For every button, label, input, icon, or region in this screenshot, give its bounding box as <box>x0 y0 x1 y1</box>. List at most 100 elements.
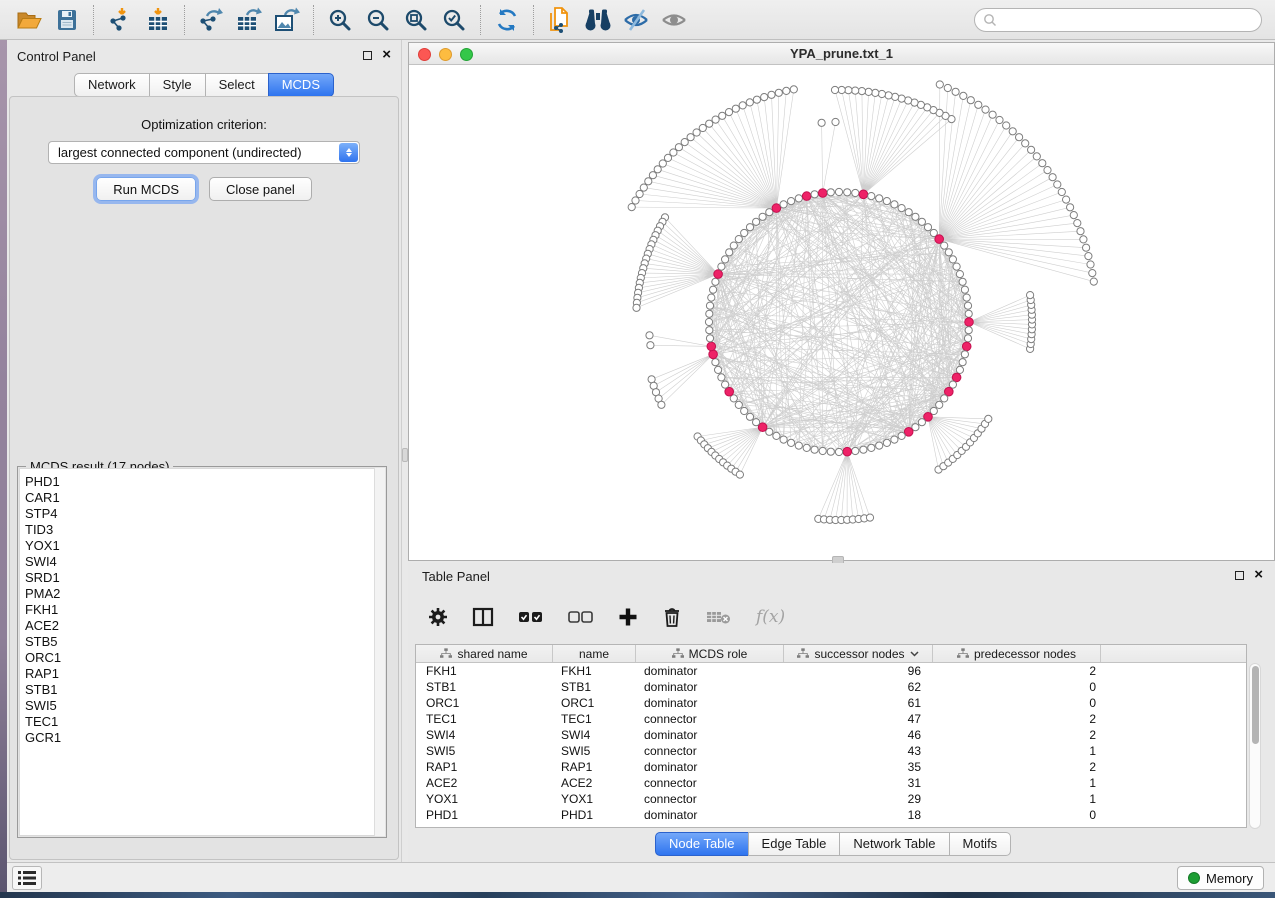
mcds-result-item[interactable]: GCR1 <box>25 730 382 746</box>
mcds-result-item[interactable]: RAP1 <box>25 666 382 682</box>
table-row[interactable]: RAP1RAP1dominator352 <box>416 759 1246 775</box>
run-mcds-button[interactable]: Run MCDS <box>96 177 196 201</box>
tab-style[interactable]: Style <box>149 73 206 97</box>
export-network-icon[interactable] <box>192 3 230 37</box>
float-panel-icon[interactable] <box>363 51 372 60</box>
show-column-icon[interactable] <box>472 607 494 627</box>
table-scrollbar[interactable] <box>1249 663 1261 829</box>
table-cell: 31 <box>784 775 933 791</box>
mcds-result-item[interactable]: STB5 <box>25 634 382 650</box>
window-minimize-icon[interactable] <box>439 48 452 61</box>
tab-motifs[interactable]: Motifs <box>949 832 1012 856</box>
search-input[interactable] <box>997 10 1261 30</box>
tab-mcds[interactable]: MCDS <box>268 73 334 97</box>
vertical-splitter[interactable] <box>401 40 408 862</box>
column-header-predecessor-nodes[interactable]: predecessor nodes <box>933 645 1101 662</box>
table-cell: TEC1 <box>553 711 636 727</box>
mcds-result-item[interactable]: SWI5 <box>25 698 382 714</box>
search-network-icon[interactable] <box>579 3 617 37</box>
mcds-list-scrollbar[interactable] <box>374 468 385 836</box>
table-cell: 2 <box>933 759 1101 775</box>
column-header-shared-name[interactable]: shared name <box>416 645 553 662</box>
add-column-icon[interactable] <box>618 607 638 627</box>
table-row[interactable]: FKH1FKH1dominator962 <box>416 663 1246 679</box>
close-panel-icon[interactable]: × <box>1254 570 1263 580</box>
mcds-result-list[interactable]: PHD1CAR1STP4TID3YOX1SWI4SRD1PMA2FKH1ACE2… <box>19 468 385 836</box>
table-row[interactable]: ORC1ORC1dominator610 <box>416 695 1246 711</box>
mcds-result-item[interactable]: TID3 <box>25 522 382 538</box>
table-cell: 0 <box>933 695 1101 711</box>
table-cell: 2 <box>933 663 1101 679</box>
show-graphics-details-icon[interactable] <box>655 3 693 37</box>
network-graph[interactable] <box>409 65 1274 560</box>
close-panel-icon[interactable]: × <box>382 50 391 60</box>
open-session-icon[interactable] <box>10 3 48 37</box>
share-document-icon[interactable] <box>541 3 579 37</box>
function-builder-icon[interactable]: f(x) <box>756 607 785 627</box>
table-row[interactable]: SWI5SWI5connector431 <box>416 743 1246 759</box>
table-cell: connector <box>636 743 784 759</box>
tab-node-table[interactable]: Node Table <box>655 832 749 856</box>
memory-button[interactable]: Memory <box>1177 866 1264 890</box>
column-type-icon <box>957 648 969 659</box>
table-cell: connector <box>636 791 784 807</box>
import-table-icon[interactable] <box>139 3 177 37</box>
table-options-gear-icon[interactable] <box>428 607 448 627</box>
export-table-icon[interactable] <box>230 3 268 37</box>
table-row[interactable]: ACE2ACE2connector311 <box>416 775 1246 791</box>
tab-edge-table[interactable]: Edge Table <box>748 832 841 856</box>
tab-network[interactable]: Network <box>74 73 150 97</box>
table-cell: 47 <box>784 711 933 727</box>
mcds-result-item[interactable]: SRD1 <box>25 570 382 586</box>
table-cell: 1 <box>933 743 1101 759</box>
mcds-result-item[interactable]: ORC1 <box>25 650 382 666</box>
float-panel-icon[interactable] <box>1235 571 1244 580</box>
table-row[interactable]: SWI4SWI4dominator462 <box>416 727 1246 743</box>
table-row[interactable]: STB1STB1dominator620 <box>416 679 1246 695</box>
refresh-icon[interactable] <box>488 3 526 37</box>
search-box[interactable] <box>974 8 1262 32</box>
window-zoom-icon[interactable] <box>460 48 473 61</box>
close-panel-button[interactable]: Close panel <box>209 177 312 201</box>
toolbar-separator <box>533 5 534 35</box>
hide-graphics-details-icon[interactable] <box>617 3 655 37</box>
column-header-mcds-role[interactable]: MCDS role <box>636 645 784 662</box>
zoom-fit-icon[interactable] <box>397 3 435 37</box>
tab-network-table[interactable]: Network Table <box>839 832 949 856</box>
table-row[interactable]: YOX1YOX1connector291 <box>416 791 1246 807</box>
table-scrollbar-thumb[interactable] <box>1252 666 1259 744</box>
select-spinner-icon <box>339 143 358 162</box>
deselect-all-icon[interactable] <box>568 610 594 624</box>
mcds-result-item[interactable]: SWI4 <box>25 554 382 570</box>
mcds-result-item[interactable]: ACE2 <box>25 618 382 634</box>
mcds-result-item[interactable]: YOX1 <box>25 538 382 554</box>
tab-select[interactable]: Select <box>205 73 269 97</box>
task-history-button[interactable] <box>12 866 42 890</box>
table-cell: ORC1 <box>553 695 636 711</box>
mcds-result-item[interactable]: TEC1 <box>25 714 382 730</box>
node-table-header: shared name name MCDS role successor nod… <box>416 645 1246 663</box>
table-row[interactable]: PHD1PHD1dominator180 <box>416 807 1246 823</box>
zoom-out-icon[interactable] <box>359 3 397 37</box>
save-session-icon[interactable] <box>48 3 86 37</box>
delete-column-icon[interactable] <box>662 606 682 628</box>
network-window-titlebar[interactable]: YPA_prune.txt_1 <box>409 43 1274 65</box>
column-header-name[interactable]: name <box>553 645 636 662</box>
mcds-result-item[interactable]: PMA2 <box>25 586 382 602</box>
export-image-icon[interactable] <box>268 3 306 37</box>
mcds-result-item[interactable]: FKH1 <box>25 602 382 618</box>
criterion-select[interactable]: largest connected component (undirected) <box>48 141 360 164</box>
zoom-selected-icon[interactable] <box>435 3 473 37</box>
column-header-successor-nodes[interactable]: successor nodes <box>784 645 933 662</box>
mcds-result-item[interactable]: PHD1 <box>25 474 382 490</box>
network-canvas[interactable] <box>409 65 1274 560</box>
mcds-result-item[interactable]: STP4 <box>25 506 382 522</box>
select-all-icon[interactable] <box>518 610 544 624</box>
table-row[interactable]: TEC1TEC1connector472 <box>416 711 1246 727</box>
import-network-icon[interactable] <box>101 3 139 37</box>
window-close-icon[interactable] <box>418 48 431 61</box>
delete-table-icon[interactable] <box>706 609 732 625</box>
mcds-result-item[interactable]: STB1 <box>25 682 382 698</box>
zoom-in-icon[interactable] <box>321 3 359 37</box>
mcds-result-item[interactable]: CAR1 <box>25 490 382 506</box>
